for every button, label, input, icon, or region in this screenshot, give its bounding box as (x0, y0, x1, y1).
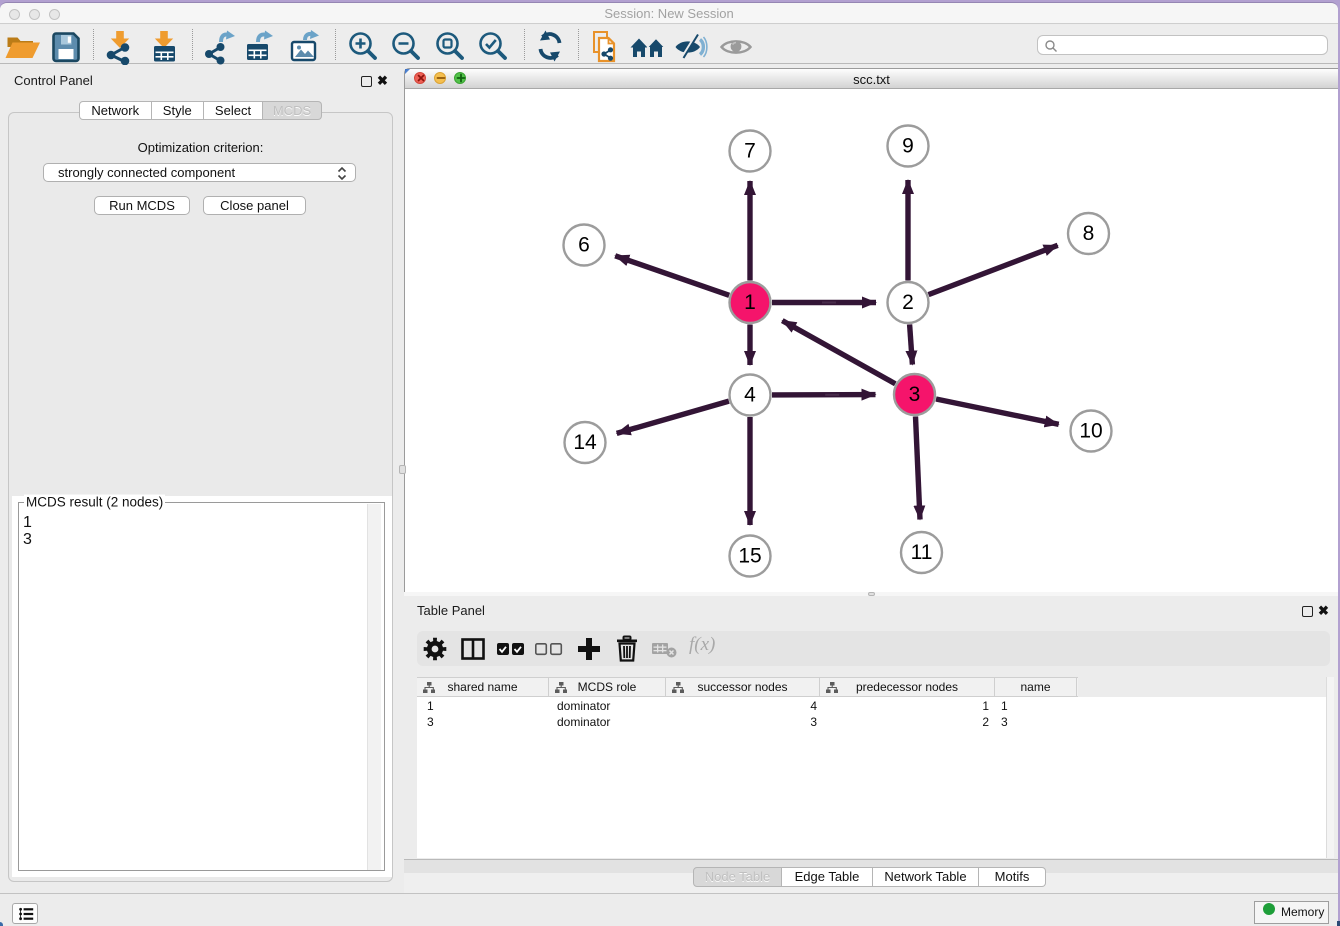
svg-text:6: 6 (578, 234, 590, 257)
svg-text:2: 2 (902, 291, 914, 314)
svg-text:9: 9 (902, 135, 914, 158)
svg-text:8: 8 (1083, 222, 1095, 245)
svg-text:3: 3 (909, 383, 921, 406)
svg-text:11: 11 (911, 541, 933, 564)
svg-text:14: 14 (573, 431, 597, 454)
svg-text:7: 7 (744, 140, 756, 163)
svg-text:4: 4 (744, 384, 756, 407)
svg-text:1: 1 (744, 291, 756, 314)
svg-text:10: 10 (1079, 420, 1102, 443)
svg-text:15: 15 (738, 545, 761, 568)
